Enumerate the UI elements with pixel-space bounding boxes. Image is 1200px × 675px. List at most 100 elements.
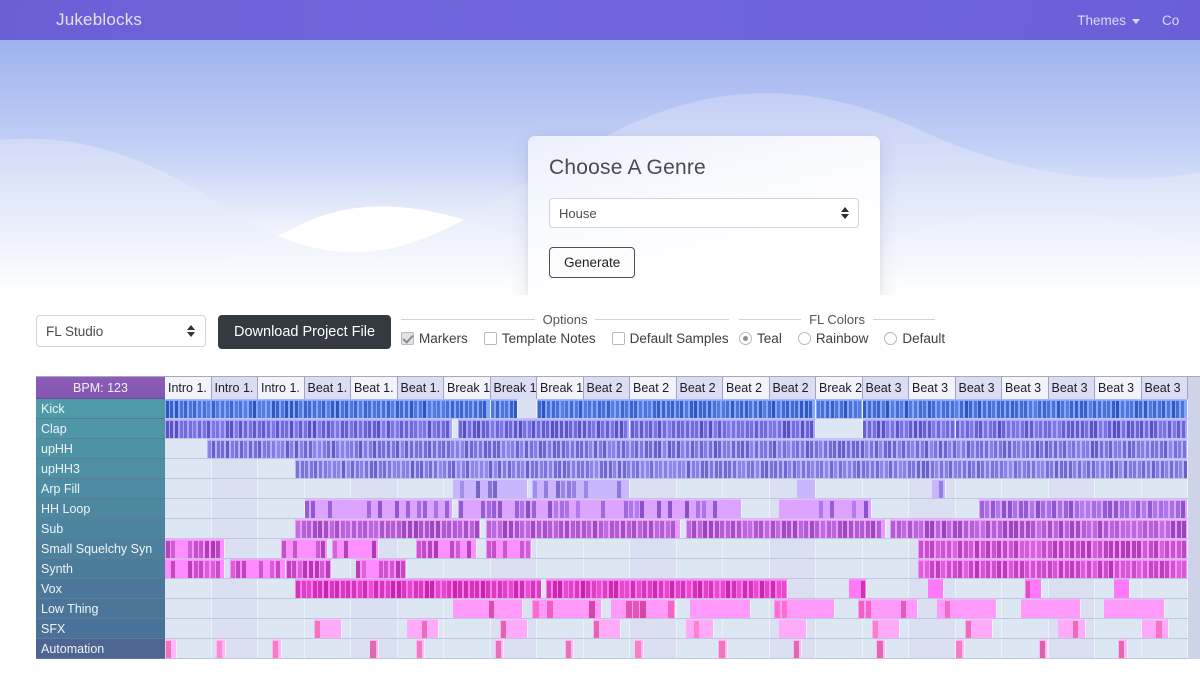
pattern-clip[interactable] xyxy=(453,599,524,618)
track-lane-area[interactable] xyxy=(165,599,1200,619)
pattern-clip[interactable] xyxy=(532,479,630,498)
pattern-clip[interactable] xyxy=(416,639,426,658)
marker-label[interactable]: Beat 1. xyxy=(397,377,444,399)
track-lane[interactable] xyxy=(165,399,1188,419)
marker-label[interactable]: Beat 3 xyxy=(862,377,909,399)
marker-label[interactable]: Beat 1. xyxy=(304,377,351,399)
pattern-clip[interactable] xyxy=(871,619,900,638)
marker-label[interactable]: Beat 2 xyxy=(583,377,630,399)
track-lane[interactable] xyxy=(165,619,1188,639)
pattern-clip[interactable] xyxy=(271,639,283,658)
pattern-clip[interactable] xyxy=(165,539,226,558)
pattern-clip[interactable] xyxy=(313,619,342,638)
checkbox-template-notes[interactable] xyxy=(483,332,497,345)
pattern-clip[interactable] xyxy=(918,539,1188,558)
pattern-clip[interactable] xyxy=(304,499,454,518)
pattern-clip[interactable] xyxy=(634,639,644,658)
track-lane[interactable] xyxy=(165,479,1188,499)
pattern-clip[interactable] xyxy=(1057,619,1086,638)
pattern-clip[interactable] xyxy=(332,539,379,558)
track-label[interactable]: SFX xyxy=(36,619,165,639)
pattern-clip[interactable] xyxy=(369,639,379,658)
pattern-clip[interactable] xyxy=(355,559,407,578)
marker-label[interactable]: Beat 1. xyxy=(351,377,398,399)
pattern-clip[interactable] xyxy=(499,619,528,638)
nav-item-themes[interactable]: Themes xyxy=(1077,13,1140,28)
track-lane-area[interactable] xyxy=(165,639,1200,659)
pattern-clip[interactable] xyxy=(285,559,333,578)
pattern-clip[interactable] xyxy=(495,639,505,658)
radio-rainbow[interactable] xyxy=(797,332,811,345)
pattern-clip[interactable] xyxy=(1020,599,1082,618)
track-lane[interactable] xyxy=(165,639,1188,659)
pattern-clip[interactable] xyxy=(685,619,714,638)
track-lane[interactable] xyxy=(165,499,1188,519)
marker-label[interactable]: Beat 3 xyxy=(955,377,1002,399)
track-lane[interactable] xyxy=(165,559,1188,579)
track-label[interactable]: Low Thing xyxy=(36,599,165,619)
marker-label[interactable]: Break 1 xyxy=(444,377,491,399)
pattern-clip[interactable] xyxy=(406,619,440,638)
pattern-clip[interactable] xyxy=(690,599,751,618)
track-label[interactable]: HH Loop xyxy=(36,499,165,519)
pattern-clip[interactable] xyxy=(964,619,993,638)
marker-label[interactable]: Beat 3 xyxy=(1048,377,1095,399)
pattern-clip[interactable] xyxy=(848,579,868,598)
pattern-clip[interactable] xyxy=(718,639,728,658)
pattern-clip[interactable] xyxy=(936,599,998,618)
pattern-clip[interactable] xyxy=(862,419,956,438)
pattern-clip[interactable] xyxy=(918,559,1188,578)
track-lane[interactable] xyxy=(165,599,1188,619)
pattern-clip[interactable] xyxy=(611,599,677,618)
pattern-clip[interactable] xyxy=(583,499,742,518)
pattern-clip[interactable] xyxy=(165,639,177,658)
marker-label[interactable]: Break 1 xyxy=(537,377,584,399)
pattern-clip[interactable] xyxy=(778,499,872,518)
option-template-notes[interactable]: Template Notes xyxy=(483,331,596,346)
pattern-clip[interactable] xyxy=(216,639,227,658)
track-label[interactable]: Sub xyxy=(36,519,165,539)
sequencer-grid[interactable]: BPM: 123 Intro 1. Intro 1. Intro 1. Beat 1.… xyxy=(36,376,1200,659)
generate-button[interactable]: Generate xyxy=(549,247,636,278)
track-lane-area[interactable] xyxy=(165,419,1200,439)
track-label[interactable]: Kick xyxy=(36,399,165,419)
pattern-clip[interactable] xyxy=(592,619,621,638)
track-lane-area[interactable] xyxy=(165,479,1200,499)
pattern-clip[interactable] xyxy=(927,579,944,598)
track-label[interactable]: Vox xyxy=(36,579,165,599)
fl-color-rainbow[interactable]: Rainbow xyxy=(797,331,868,346)
pattern-clip[interactable] xyxy=(165,559,226,578)
track-lane-area[interactable] xyxy=(165,399,1200,419)
track-label[interactable]: Clap xyxy=(36,419,165,439)
brand-title[interactable]: Jukeblocks xyxy=(56,10,142,30)
marker-label[interactable]: Beat 2 xyxy=(676,377,723,399)
pattern-clip[interactable] xyxy=(978,499,1188,518)
pattern-clip[interactable] xyxy=(206,439,1188,458)
marker-label[interactable]: Break 2 xyxy=(816,377,863,399)
track-lane[interactable] xyxy=(165,419,1188,439)
pattern-clip[interactable] xyxy=(416,539,477,558)
pattern-clip[interactable] xyxy=(685,519,886,538)
pattern-clip[interactable] xyxy=(1118,639,1128,658)
option-markers[interactable]: Markers xyxy=(401,331,468,346)
track-label[interactable]: upHH3 xyxy=(36,459,165,479)
pattern-clip[interactable] xyxy=(876,639,886,658)
pattern-clip[interactable] xyxy=(537,399,816,418)
pattern-clip[interactable] xyxy=(546,579,789,598)
pattern-clip[interactable] xyxy=(485,519,682,538)
pattern-clip[interactable] xyxy=(165,399,491,418)
pattern-clip[interactable] xyxy=(778,619,807,638)
track-lane-area[interactable] xyxy=(165,519,1200,539)
pattern-clip[interactable] xyxy=(295,519,482,538)
pattern-clip[interactable] xyxy=(1141,619,1170,638)
track-lane-area[interactable] xyxy=(165,439,1200,459)
pattern-clip[interactable] xyxy=(630,419,816,438)
pattern-clip[interactable] xyxy=(792,639,803,658)
track-label[interactable]: Synth xyxy=(36,559,165,579)
fl-color-teal[interactable]: Teal xyxy=(739,331,782,346)
pattern-clip[interactable] xyxy=(564,639,575,658)
marker-label[interactable]: Beat 2 xyxy=(723,377,770,399)
pattern-clip[interactable] xyxy=(485,539,533,558)
pattern-clip[interactable] xyxy=(774,599,835,618)
track-lane-area[interactable] xyxy=(165,579,1200,599)
